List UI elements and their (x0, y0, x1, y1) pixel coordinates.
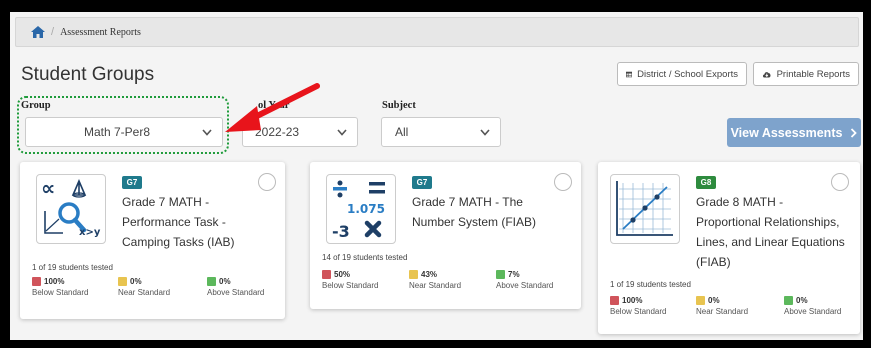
stat-pct: 7% (508, 270, 520, 279)
subject-filter-label: Subject (382, 100, 416, 111)
stat-pct: 50% (334, 270, 351, 279)
stat-label: Below Standard (32, 288, 89, 297)
stat-pct: 0% (130, 277, 142, 286)
grade-badge: G7 (122, 176, 142, 189)
stat-near-standard: 0% Near Standard (696, 296, 748, 316)
svg-text:-3: -3 (332, 222, 350, 241)
district-school-exports-button[interactable]: District / School Exports (617, 62, 747, 86)
stat-above-standard: 7% Above Standard (496, 270, 553, 290)
select-radio[interactable] (554, 173, 572, 191)
table-icon (626, 71, 633, 77)
assessment-title-line: Grade 7 MATH - (122, 195, 210, 209)
breadcrumb-current: Assessment Reports (60, 26, 141, 38)
svg-text:∝: ∝ (41, 176, 55, 200)
students-tested: 1 of 19 students tested (610, 280, 691, 289)
stat-pct: 100% (622, 296, 643, 305)
number-system-icon: 1.075 -3 (326, 174, 396, 244)
stat-above-standard: 0% Above Standard (207, 277, 264, 297)
students-tested: 14 of 19 students tested (322, 253, 408, 262)
students-tested: 1 of 19 students tested (32, 263, 113, 272)
assessment-title-line: Number System (FIAB) (412, 215, 537, 229)
assessment-title-line: Performance Task - (122, 215, 226, 229)
assessment-title-line: Grade 7 MATH - The (412, 195, 523, 209)
stat-label: Near Standard (696, 307, 749, 316)
stat-below-standard: 100% Below Standard (610, 296, 666, 316)
home-icon[interactable] (30, 25, 46, 39)
stat-label: Above Standard (784, 307, 842, 316)
group-highlight-box (17, 96, 229, 154)
chevron-down-icon (480, 129, 490, 136)
assessment-title-line: Grade 8 MATH - (696, 195, 784, 209)
grade-badge: G8 (696, 176, 716, 189)
stat-pct: 0% (708, 296, 720, 305)
stat-pct: 43% (421, 270, 438, 279)
stat-near-standard: 43% Near Standard (409, 270, 461, 290)
stat-label: Below Standard (322, 281, 379, 290)
stat-pct: 0% (796, 296, 808, 305)
breadcrumb: / Assessment Reports (15, 17, 859, 47)
stat-label: Near Standard (409, 281, 462, 290)
assessment-title: Grade 8 MATH - Proportional Relationship… (696, 192, 845, 272)
stat-below-standard: 100% Below Standard (32, 277, 88, 297)
stat-label: Above Standard (496, 281, 554, 290)
view-assessments-label: View Assessments (730, 125, 843, 140)
cloud-download-icon (762, 71, 771, 78)
assessment-title: Grade 7 MATH - The Number System (FIAB) (412, 192, 536, 232)
printable-reports-label: Printable Reports (776, 68, 850, 80)
subject-select-value: All (395, 125, 409, 139)
assessment-title-line: Lines, and Linear Equations (696, 235, 845, 249)
breadcrumb-separator: / (51, 26, 55, 38)
assessment-title: Grade 7 MATH - Performance Task - Campin… (122, 192, 234, 252)
select-radio[interactable] (258, 173, 276, 191)
stat-pct: 100% (44, 277, 65, 286)
printable-reports-button[interactable]: Printable Reports (753, 62, 859, 86)
stat-pct: 0% (219, 277, 231, 286)
performance-task-icon: ∝ x>y (36, 174, 106, 244)
svg-text:1.075: 1.075 (347, 202, 385, 216)
linear-graph-icon (610, 174, 680, 244)
chevron-right-icon (851, 127, 858, 138)
stat-near-standard: 0% Near Standard (118, 277, 170, 297)
stat-above-standard: 0% Above Standard (784, 296, 841, 316)
app-frame: / Assessment Reports Student Groups Dist… (10, 12, 863, 340)
select-radio[interactable] (831, 173, 849, 191)
assessment-card[interactable]: G8 Grade 8 MATH - Proportional Relations… (598, 162, 860, 334)
grade-badge: G7 (412, 176, 432, 189)
assessment-card[interactable]: ∝ x>y G7 Grade 7 MATH - Performance Task… (20, 162, 285, 319)
page-title: Student Groups (21, 64, 155, 85)
svg-text:x>y: x>y (79, 227, 101, 238)
stat-label: Near Standard (118, 288, 171, 297)
assessment-title-line: Proportional Relationships, (696, 215, 840, 229)
assessment-card[interactable]: 1.075 -3 G7 Grade 7 MATH - The Number Sy… (310, 162, 581, 309)
district-school-exports-label: District / School Exports (637, 68, 738, 80)
assessment-title-line: Camping Tasks (IAB) (122, 235, 235, 249)
subject-select[interactable]: All (381, 117, 501, 147)
red-arrow-annotation (225, 83, 320, 132)
stat-below-standard: 50% Below Standard (322, 270, 378, 290)
stat-label: Below Standard (610, 307, 667, 316)
chevron-down-icon (337, 129, 347, 136)
view-assessments-button[interactable]: View Assessments (727, 118, 861, 147)
stat-label: Above Standard (207, 288, 265, 297)
assessment-title-line: (FIAB) (696, 255, 731, 269)
